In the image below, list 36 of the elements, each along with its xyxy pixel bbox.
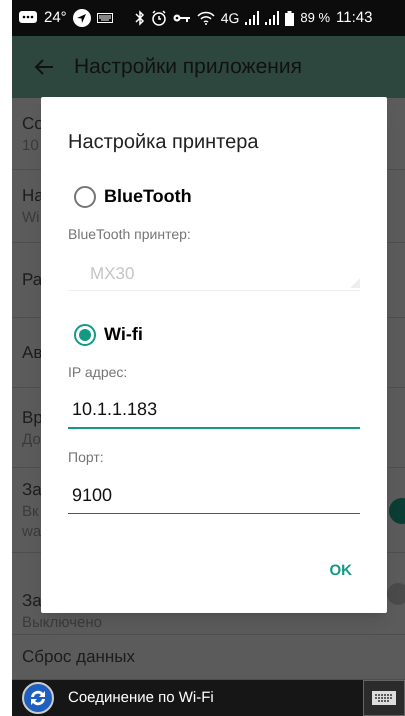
battery-level: 89 %	[300, 9, 330, 28]
alarm-clock-icon	[150, 10, 167, 26]
setting-title: Ав	[22, 342, 42, 364]
field-label: IP адрес:	[68, 363, 128, 382]
bluetooth-icon	[134, 10, 145, 26]
battery-icon	[285, 10, 294, 26]
setting-title: Ра	[22, 269, 42, 291]
sync-icon	[22, 682, 54, 714]
field-label: Порт:	[68, 448, 104, 467]
text-field[interactable]: 10.1.1.183	[68, 395, 360, 429]
radio-label: Wi-fi	[104, 323, 143, 346]
keyboard-icon	[371, 690, 397, 706]
network-type: 4G	[220, 8, 240, 28]
clock: 11:43	[336, 8, 372, 28]
switch-thumb[interactable]	[387, 583, 405, 605]
notification-text: Соединение по Wi-Fi	[68, 688, 214, 708]
keyboard-button[interactable]	[363, 680, 405, 716]
navigation-icon	[72, 9, 91, 27]
radio-button[interactable]	[74, 324, 96, 346]
signal-icon	[245, 11, 260, 25]
wifi-icon	[196, 10, 215, 26]
temperature: 24°	[44, 8, 67, 28]
radio-label: BlueTooth	[104, 185, 192, 208]
text-field[interactable]: 9100	[68, 480, 360, 514]
setting-title: За	[22, 479, 42, 501]
ok-button[interactable]: OK	[318, 552, 364, 590]
dialog-title: Настройка принтера	[68, 130, 260, 155]
message-icon	[18, 10, 38, 26]
field-label: BlueTooth принтер:	[68, 225, 191, 244]
setting-title: За	[22, 590, 42, 612]
radio-button[interactable]	[74, 186, 96, 208]
setting-title: Сброс данных	[22, 646, 136, 668]
signal-icon	[265, 11, 280, 25]
back-arrow-icon[interactable]	[34, 59, 54, 75]
key-icon	[172, 13, 191, 23]
keyboard-icon	[96, 13, 113, 23]
